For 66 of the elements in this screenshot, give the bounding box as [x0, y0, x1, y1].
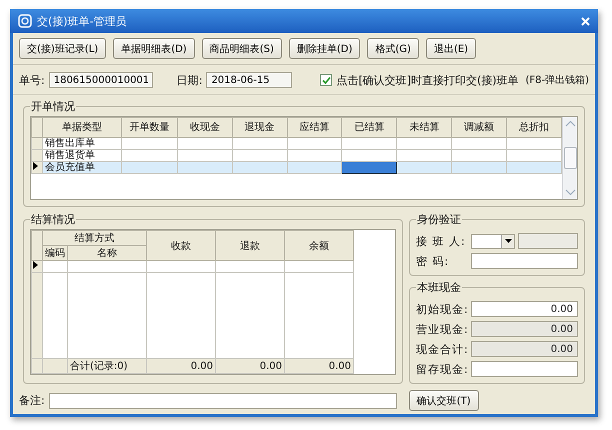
table-cell: 合计(记录:0) — [68, 358, 146, 374]
receiver-dropdown[interactable] — [471, 234, 515, 248]
column-header[interactable]: 应结算 — [287, 118, 342, 138]
toolbar-button[interactable]: 交(接)班记录(L) — [19, 38, 106, 59]
column-header: 名称 — [68, 246, 146, 260]
receiver-name-field — [518, 233, 578, 249]
cash-field: 0.00 — [471, 321, 578, 337]
column-header: 余额 — [284, 230, 354, 260]
scroll-up-icon[interactable] — [564, 120, 576, 127]
row-pointer-icon — [33, 162, 38, 170]
group-title: 本班现金 — [416, 280, 462, 295]
close-icon[interactable] — [581, 16, 590, 26]
group-title: 身份验证 — [416, 212, 462, 227]
toolbar-button[interactable]: 商品明细表(S) — [202, 38, 282, 59]
confirm-button[interactable]: 确认交班(T) — [408, 390, 479, 411]
table-cell[interactable] — [342, 162, 397, 174]
dropdown-arrow-icon — [504, 239, 512, 243]
app-icon — [18, 14, 32, 28]
password-label: 密 码: — [416, 254, 450, 268]
cash-label: 初始现金: — [416, 302, 468, 316]
date-label: 日期: — [176, 72, 202, 88]
table-cell: 0.00 — [216, 358, 284, 374]
cash-field[interactable] — [471, 361, 578, 377]
remark-label: 备注: — [19, 393, 45, 408]
column-header: 结算方式 — [42, 230, 146, 246]
cash-field: 0.00 — [471, 341, 578, 357]
column-header[interactable]: 退现金 — [232, 118, 288, 138]
column-header: 编码 — [42, 246, 68, 260]
cash-label: 营业现金: — [416, 322, 468, 336]
toolbar-button[interactable]: 格式(G) — [367, 38, 419, 59]
toolbar-button[interactable]: 退出(E) — [426, 38, 476, 59]
toolbar-button[interactable]: 单据明细表(D) — [113, 38, 195, 59]
table-cell: 0.00 — [146, 358, 216, 374]
order-number-label: 单号: — [19, 72, 45, 88]
column-header[interactable]: 收现金 — [177, 118, 232, 138]
column-header[interactable]: 已结算 — [342, 118, 397, 138]
table-cell: 会员充值单 — [42, 162, 122, 174]
column-header: 收款 — [146, 230, 216, 260]
table-cell: 0.00 — [284, 358, 354, 374]
column-header[interactable]: 总折扣 — [506, 118, 562, 138]
print-option-label: 点击[确认交班]时直接打印交(接)班单 — [336, 72, 519, 88]
cash-field[interactable]: 0.00 — [471, 301, 578, 317]
scroll-thumb[interactable] — [564, 147, 576, 169]
drawer-hint: (F8-弹出钱箱) — [525, 74, 589, 87]
column-header[interactable]: 未结算 — [396, 118, 452, 138]
remark-field[interactable] — [48, 392, 397, 408]
password-field[interactable] — [471, 253, 578, 269]
scroll-down-icon[interactable] — [564, 189, 576, 196]
table-cell: 销售出库单 — [42, 138, 122, 150]
cash-label: 留存现金: — [416, 362, 468, 376]
cash-label: 现金合计: — [416, 342, 468, 356]
print-checkbox[interactable] — [320, 74, 332, 86]
row-pointer-icon — [33, 261, 38, 269]
column-header: 退款 — [216, 230, 284, 260]
window-title: 交(接)班单-管理员 — [37, 14, 128, 28]
table-row[interactable]: 会员充值单 — [32, 162, 562, 174]
receiver-label: 接 班 人: — [416, 234, 467, 248]
date-field[interactable]: 2018-06-15 — [206, 72, 292, 88]
group-title: 开单情况 — [30, 99, 76, 114]
column-header[interactable]: 单据类型 — [42, 118, 122, 138]
column-header[interactable]: 调减额 — [452, 118, 507, 138]
table-row[interactable]: 销售出库单 — [32, 138, 562, 150]
column-header[interactable]: 开单数量 — [122, 118, 178, 138]
scrollbar[interactable] — [562, 117, 577, 199]
toolbar-button[interactable]: 删除挂单(D) — [288, 38, 360, 59]
group-title: 结算情况 — [30, 212, 76, 227]
